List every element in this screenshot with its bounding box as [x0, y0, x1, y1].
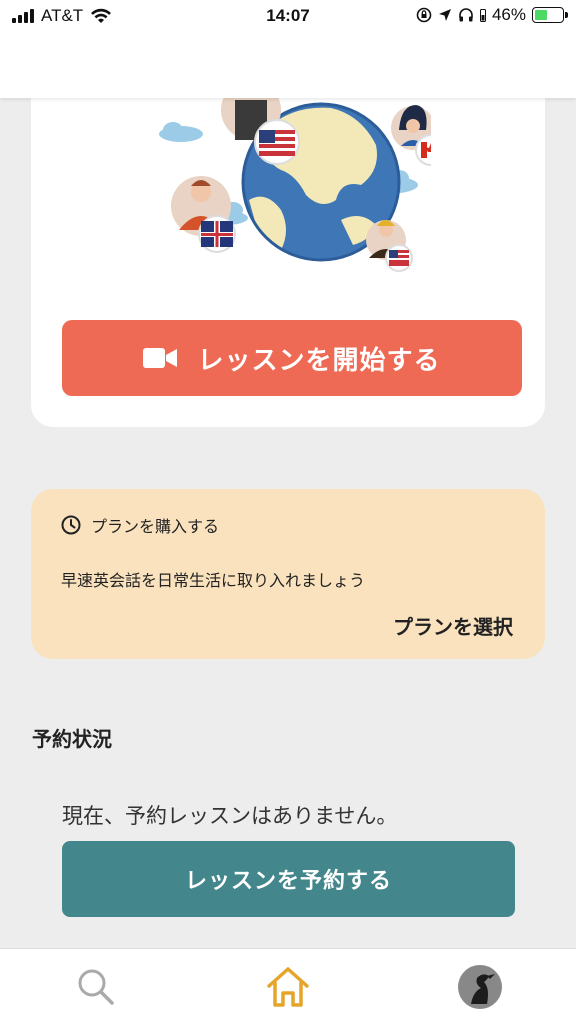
- search-icon: [78, 969, 114, 1005]
- profile-avatar: [458, 965, 502, 1009]
- reserve-lesson-button[interactable]: レッスンを予約する: [62, 841, 515, 917]
- home-icon: [267, 967, 309, 1007]
- start-lesson-button[interactable]: レッスンを開始する: [62, 320, 522, 396]
- tab-profile[interactable]: [456, 963, 504, 1011]
- battery-small-icon: [479, 9, 486, 22]
- plan-card[interactable]: プランを購入する 早速英会話を日常生活に取り入れましょう プランを選択: [31, 489, 545, 659]
- tab-search[interactable]: [72, 963, 120, 1011]
- clock-icon: [61, 515, 81, 535]
- tab-bar: [0, 948, 576, 1024]
- headphones-icon: [459, 8, 473, 22]
- app-header: [0, 32, 576, 98]
- battery-percent: 46%: [491, 5, 526, 24]
- person-canada-icon: [391, 105, 431, 166]
- plan-description: 早速英会話を日常生活に取り入れましょう: [61, 571, 366, 590]
- plan-select-link[interactable]: プランを選択: [393, 611, 513, 640]
- status-right: 46%: [416, 5, 568, 25]
- person-usa-2-icon: [366, 220, 413, 272]
- lesson-card: レッスンを開始する: [31, 90, 545, 427]
- plan-title: プランを購入する: [91, 517, 220, 536]
- reservation-section-title: 予約状況: [32, 727, 112, 751]
- plan-title-row: プランを購入する: [61, 513, 219, 537]
- person-uk-icon: [171, 176, 236, 253]
- reserve-lesson-label: レッスンを予約する: [184, 869, 392, 894]
- world-illustration: [159, 90, 431, 272]
- person-usa-icon: [221, 90, 300, 165]
- location-icon: [438, 9, 451, 21]
- orientation-lock-icon: [416, 7, 432, 23]
- status-bar: AT&T 14:07 46%: [0, 0, 576, 32]
- tab-home[interactable]: [264, 963, 312, 1011]
- start-lesson-label: レッスンを開始する: [197, 345, 441, 376]
- reservation-empty-message: 現在、予約レッスンはありません。: [62, 804, 398, 828]
- video-camera-icon: [143, 348, 178, 368]
- battery-icon: [532, 7, 568, 23]
